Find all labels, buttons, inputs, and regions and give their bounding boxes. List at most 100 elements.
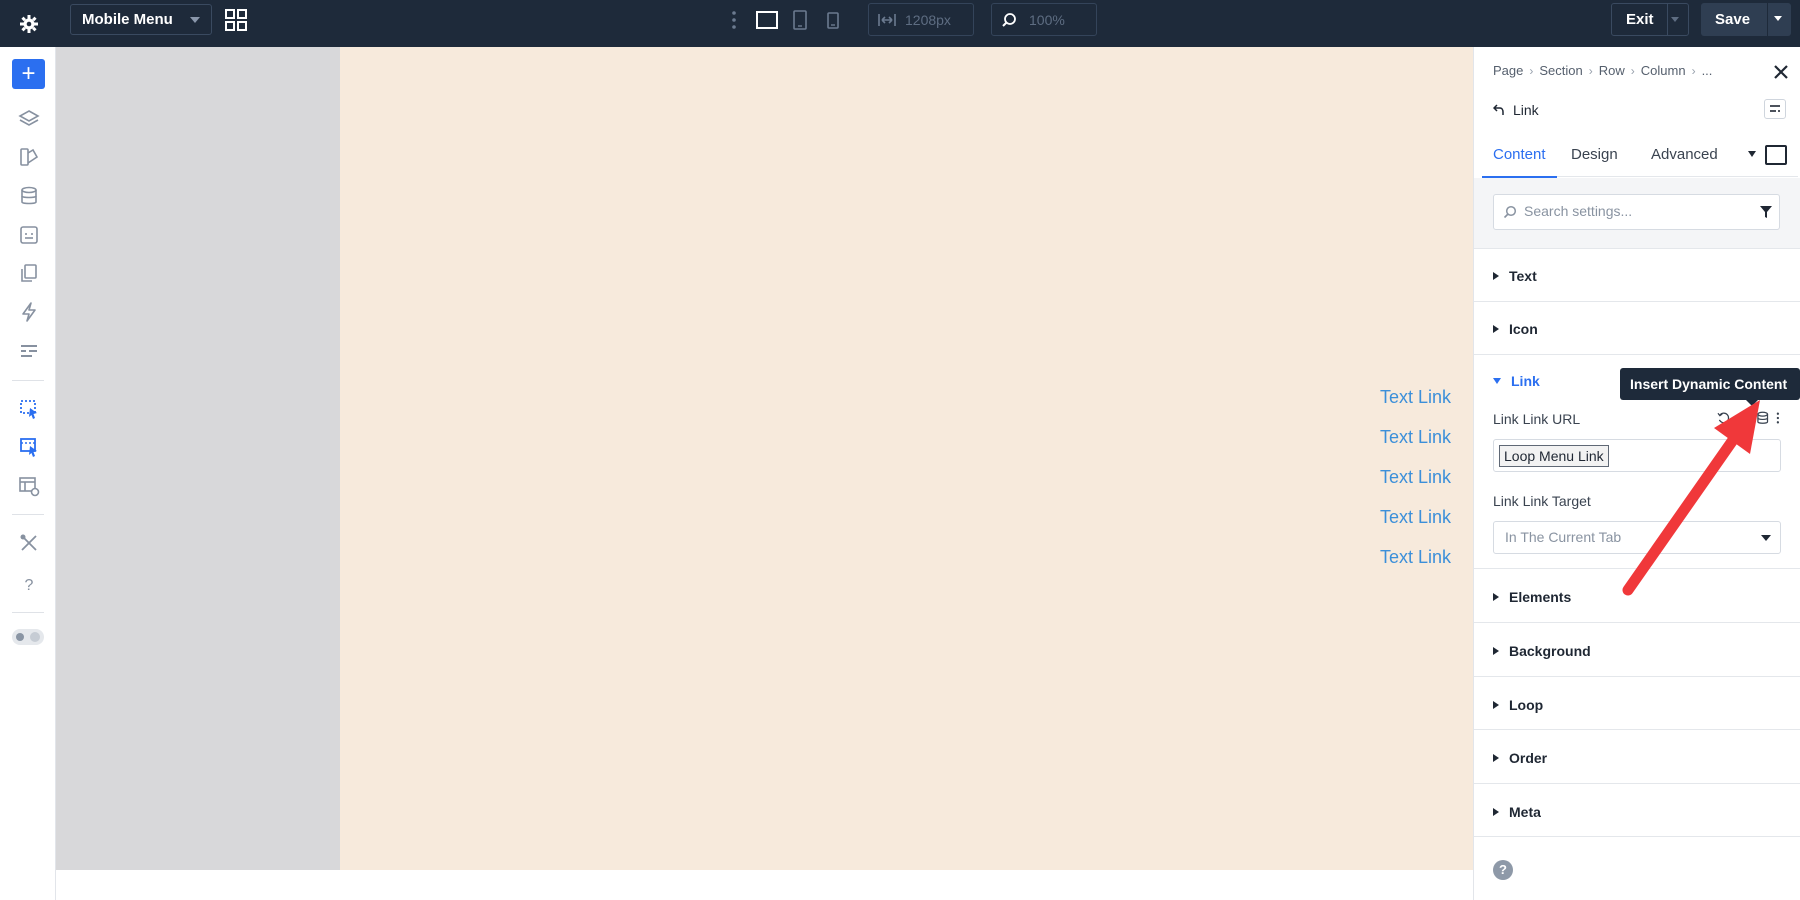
section-background[interactable]: Background — [1474, 623, 1800, 677]
left-toolbar: + ? — [0, 47, 56, 900]
width-icon — [878, 13, 896, 26]
text-link[interactable]: Text Link — [1331, 424, 1451, 464]
tab-design[interactable]: Design — [1571, 145, 1618, 177]
gear-icon[interactable] — [14, 9, 44, 39]
chevron-right-icon — [1493, 325, 1499, 333]
section-header[interactable]: Elements — [1493, 589, 1571, 605]
breadcrumb-item-row[interactable]: Row — [1599, 63, 1625, 78]
tab-advanced[interactable]: Advanced — [1651, 145, 1718, 177]
canvas-column-right[interactable]: Text Link Text Link Text Link Text Link … — [340, 47, 1473, 870]
help-icon[interactable]: ? — [17, 574, 41, 598]
pages-icon[interactable] — [17, 261, 41, 285]
width-field[interactable]: 1208px — [868, 3, 974, 36]
section-header[interactable]: Order — [1493, 750, 1547, 766]
square-icon[interactable] — [1765, 145, 1787, 165]
chevron-right-icon: › — [1588, 63, 1593, 78]
close-icon[interactable] — [1772, 63, 1790, 81]
zoom-field[interactable]: 100% — [991, 3, 1097, 36]
add-icon[interactable]: + — [12, 59, 45, 89]
text-link[interactable]: Text Link — [1331, 504, 1451, 544]
panel-options-icon[interactable] — [1764, 99, 1786, 119]
chevron-right-icon — [1493, 593, 1499, 601]
multi-select-icon[interactable] — [17, 435, 41, 459]
help-icon[interactable]: ? — [1493, 860, 1513, 880]
section-title: Icon — [1509, 321, 1538, 337]
layout-rows-icon[interactable] — [17, 339, 41, 363]
filter-icon[interactable] — [1760, 206, 1772, 218]
chevron-right-icon — [1493, 647, 1499, 655]
select-cursor-icon[interactable] — [17, 397, 41, 421]
save-divider — [1767, 3, 1768, 36]
info-icon[interactable] — [1736, 411, 1750, 425]
exit-button[interactable]: Exit — [1611, 3, 1689, 36]
section-header[interactable]: Icon — [1493, 321, 1538, 337]
breadcrumb-item-page[interactable]: Page — [1493, 63, 1523, 78]
layers-icon[interactable] — [17, 107, 41, 131]
section-header[interactable]: Link — [1493, 373, 1540, 389]
tablet-view-icon[interactable] — [792, 8, 808, 32]
chevron-down-icon[interactable] — [1671, 17, 1679, 22]
section-order[interactable]: Order — [1474, 730, 1800, 784]
template-icon[interactable] — [17, 223, 41, 247]
mode-toggle[interactable] — [12, 629, 44, 645]
chevron-down-icon[interactable] — [1774, 16, 1782, 21]
builder-canvas[interactable]: Text Link Text Link Text Link Text Link … — [56, 47, 1473, 900]
tools-icon[interactable] — [17, 531, 41, 555]
search-box — [1493, 194, 1780, 230]
breadcrumb-item-column[interactable]: Column — [1641, 63, 1686, 78]
section-title: Link — [1511, 373, 1540, 389]
section-loop[interactable]: Loop — [1474, 677, 1800, 730]
chevron-right-icon — [1493, 272, 1499, 280]
section-header[interactable]: Loop — [1493, 697, 1543, 713]
multi-select-svg — [20, 438, 37, 457]
panel-options-svg — [1770, 105, 1780, 112]
text-link[interactable]: Text Link — [1331, 544, 1451, 584]
breadcrumb-item-more[interactable]: ... — [1702, 63, 1713, 78]
canvas-column-left[interactable] — [56, 47, 340, 870]
chevron-right-icon: › — [1691, 63, 1696, 78]
layout-settings-icon[interactable] — [17, 474, 41, 498]
chevron-right-icon: › — [1630, 63, 1635, 78]
chevron-right-icon — [1493, 701, 1499, 709]
section-elements[interactable]: Elements — [1474, 569, 1800, 623]
palette-icon[interactable] — [17, 145, 41, 169]
link-target-select[interactable]: In The Current Tab — [1493, 521, 1781, 554]
grid-icon[interactable] — [224, 8, 248, 32]
save-button[interactable]: Save — [1701, 3, 1791, 36]
chevron-down-icon[interactable] — [1748, 151, 1756, 157]
breadcrumb-item-section[interactable]: Section — [1539, 63, 1582, 78]
phone-view-icon[interactable] — [826, 8, 840, 32]
back-arrow-icon[interactable] — [1493, 104, 1505, 116]
save-label: Save — [1715, 11, 1751, 28]
section-meta[interactable]: Meta — [1474, 784, 1800, 837]
more-vertical-icon[interactable] — [1775, 411, 1781, 425]
section-title: Meta — [1509, 804, 1541, 820]
chevron-down-icon — [1493, 378, 1501, 384]
link-url-field[interactable]: Loop Menu Link — [1493, 439, 1781, 472]
text-link[interactable]: Text Link — [1331, 464, 1451, 504]
more-vertical-icon[interactable] — [730, 9, 738, 31]
search-input[interactable] — [1524, 203, 1744, 219]
reset-icon[interactable] — [1717, 411, 1730, 425]
section-icon[interactable]: Icon — [1474, 302, 1800, 355]
tab-content[interactable]: Content — [1482, 145, 1557, 178]
section-header[interactable]: Text — [1493, 268, 1537, 284]
desktop-view-icon[interactable] — [756, 8, 778, 32]
chevron-down-icon — [1761, 535, 1771, 541]
chevron-right-icon — [1493, 754, 1499, 762]
toggle-knob — [16, 633, 24, 641]
section-header[interactable]: Background — [1493, 643, 1591, 659]
dynamic-content-icon[interactable] — [1756, 411, 1769, 425]
lightning-icon[interactable] — [17, 300, 41, 324]
section-text[interactable]: Text — [1474, 249, 1800, 302]
text-link[interactable]: Text Link — [1331, 384, 1451, 424]
toolbar-divider — [12, 380, 44, 381]
pages-svg — [21, 264, 37, 282]
link-target-label: Link Link Target — [1493, 493, 1591, 509]
section-header[interactable]: Meta — [1493, 804, 1541, 820]
search-area — [1474, 178, 1800, 249]
database-icon[interactable] — [17, 184, 41, 208]
dynamic-content-tag[interactable]: Loop Menu Link — [1499, 445, 1609, 467]
layout-rows-svg — [21, 345, 37, 357]
menu-select[interactable]: Mobile Menu — [70, 4, 212, 35]
